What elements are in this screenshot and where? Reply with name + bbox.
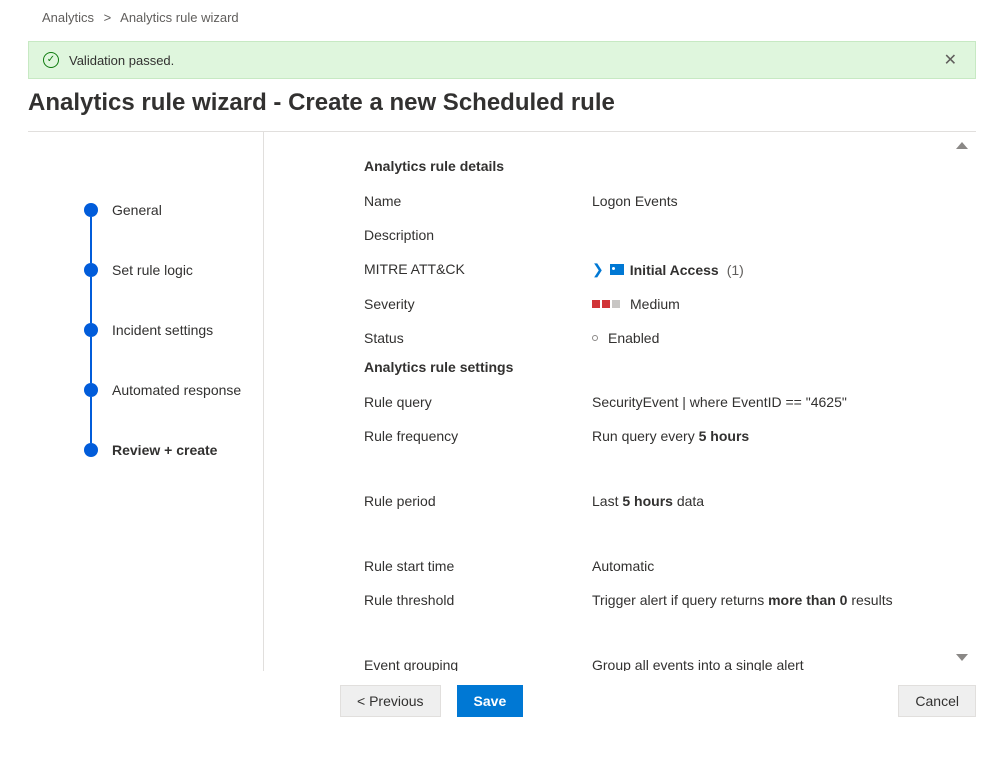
step-general[interactable]: General xyxy=(84,180,253,240)
frequency-prefix: Run query every xyxy=(592,428,699,444)
previous-button[interactable]: < Previous xyxy=(340,685,441,717)
breadcrumb: Analytics > Analytics rule wizard xyxy=(0,0,1004,33)
status-text: Enabled xyxy=(608,330,659,346)
check-circle-icon: ✓ xyxy=(43,52,59,68)
row-mitre: MITRE ATT&CK ❯ Initial Access (1) xyxy=(364,252,936,287)
name-value: Logon Events xyxy=(592,193,936,209)
tactic-icon xyxy=(610,264,624,275)
step-bullet-icon xyxy=(84,383,98,397)
chevron-right-icon: > xyxy=(104,10,112,25)
row-description: Description xyxy=(364,218,936,252)
review-content[interactable]: Analytics rule details Name Logon Events… xyxy=(264,132,976,671)
period-prefix: Last xyxy=(592,493,622,509)
status-label: Status xyxy=(364,330,592,346)
validation-message: Validation passed. xyxy=(69,53,174,68)
main-panel: General Set rule logic Incident settings… xyxy=(28,131,976,671)
grouping-label: Event grouping xyxy=(364,657,592,671)
step-label: Set rule logic xyxy=(112,262,193,278)
period-label: Rule period xyxy=(364,493,592,509)
step-bullet-icon xyxy=(84,263,98,277)
details-section-title: Analytics rule details xyxy=(364,158,936,174)
frequency-bold: 5 hours xyxy=(699,428,750,444)
step-set-rule-logic[interactable]: Set rule logic xyxy=(84,240,253,300)
step-bullet-icon xyxy=(84,203,98,217)
step-label: Review + create xyxy=(112,442,217,458)
threshold-bold: more than 0 xyxy=(768,592,847,608)
step-label: Incident settings xyxy=(112,322,213,338)
row-rule-start-time: Rule start time Automatic xyxy=(364,549,936,583)
row-severity: Severity Medium xyxy=(364,287,936,321)
mitre-value[interactable]: ❯ Initial Access (1) xyxy=(592,261,936,278)
mitre-label: MITRE ATT&CK xyxy=(364,261,592,278)
validation-banner: ✓ Validation passed. ✕ xyxy=(28,41,976,79)
threshold-label: Rule threshold xyxy=(364,592,592,608)
row-rule-query: Rule query SecurityEvent | where EventID… xyxy=(364,385,936,419)
step-label: Automated response xyxy=(112,382,241,398)
threshold-prefix: Trigger alert if query returns xyxy=(592,592,768,608)
step-bullet-icon xyxy=(84,443,98,457)
grouping-value: Group all events into a single alert xyxy=(592,657,936,671)
row-status: Status Enabled xyxy=(364,321,936,355)
wizard-footer: < Previous Save Cancel xyxy=(0,671,1004,731)
status-value: Enabled xyxy=(592,330,936,346)
start-label: Rule start time xyxy=(364,558,592,574)
breadcrumb-root[interactable]: Analytics xyxy=(42,10,94,25)
chevron-right-icon: ❯ xyxy=(592,261,604,278)
frequency-value: Run query every 5 hours xyxy=(592,428,936,444)
page-title: Analytics rule wizard - Create a new Sch… xyxy=(0,83,1004,131)
row-rule-frequency: Rule frequency Run query every 5 hours xyxy=(364,419,936,484)
mitre-count: (1) xyxy=(727,262,744,278)
row-rule-threshold: Rule threshold Trigger alert if query re… xyxy=(364,583,936,648)
period-value: Last 5 hours data xyxy=(592,493,936,509)
period-suffix: data xyxy=(673,493,704,509)
step-automated-response[interactable]: Automated response xyxy=(84,360,253,420)
wizard-steps: General Set rule logic Incident settings… xyxy=(28,132,264,671)
settings-section-title: Analytics rule settings xyxy=(364,359,936,375)
cancel-button[interactable]: Cancel xyxy=(898,685,976,717)
breadcrumb-current: Analytics rule wizard xyxy=(120,10,239,25)
save-button[interactable]: Save xyxy=(457,685,524,717)
row-event-grouping: Event grouping Group all events into a s… xyxy=(364,648,936,671)
severity-bars-icon xyxy=(592,300,620,308)
frequency-label: Rule frequency xyxy=(364,428,592,444)
step-review-create[interactable]: Review + create xyxy=(84,420,253,480)
severity-label: Severity xyxy=(364,296,592,312)
query-label: Rule query xyxy=(364,394,592,410)
row-name: Name Logon Events xyxy=(364,184,936,218)
severity-text: Medium xyxy=(630,296,680,312)
row-rule-period: Rule period Last 5 hours data xyxy=(364,484,936,549)
severity-value: Medium xyxy=(592,296,936,312)
step-bullet-icon xyxy=(84,323,98,337)
close-icon[interactable]: ✕ xyxy=(940,50,961,70)
threshold-suffix: results xyxy=(847,592,892,608)
step-incident-settings[interactable]: Incident settings xyxy=(84,300,253,360)
description-label: Description xyxy=(364,227,592,243)
step-label: General xyxy=(112,202,162,218)
status-dot-icon xyxy=(592,335,598,341)
period-bold: 5 hours xyxy=(622,493,673,509)
query-value: SecurityEvent | where EventID == "4625" xyxy=(592,394,936,410)
name-label: Name xyxy=(364,193,592,209)
threshold-value: Trigger alert if query returns more than… xyxy=(592,592,936,608)
start-value: Automatic xyxy=(592,558,936,574)
description-value xyxy=(592,227,936,243)
mitre-tactic: Initial Access xyxy=(630,262,719,278)
